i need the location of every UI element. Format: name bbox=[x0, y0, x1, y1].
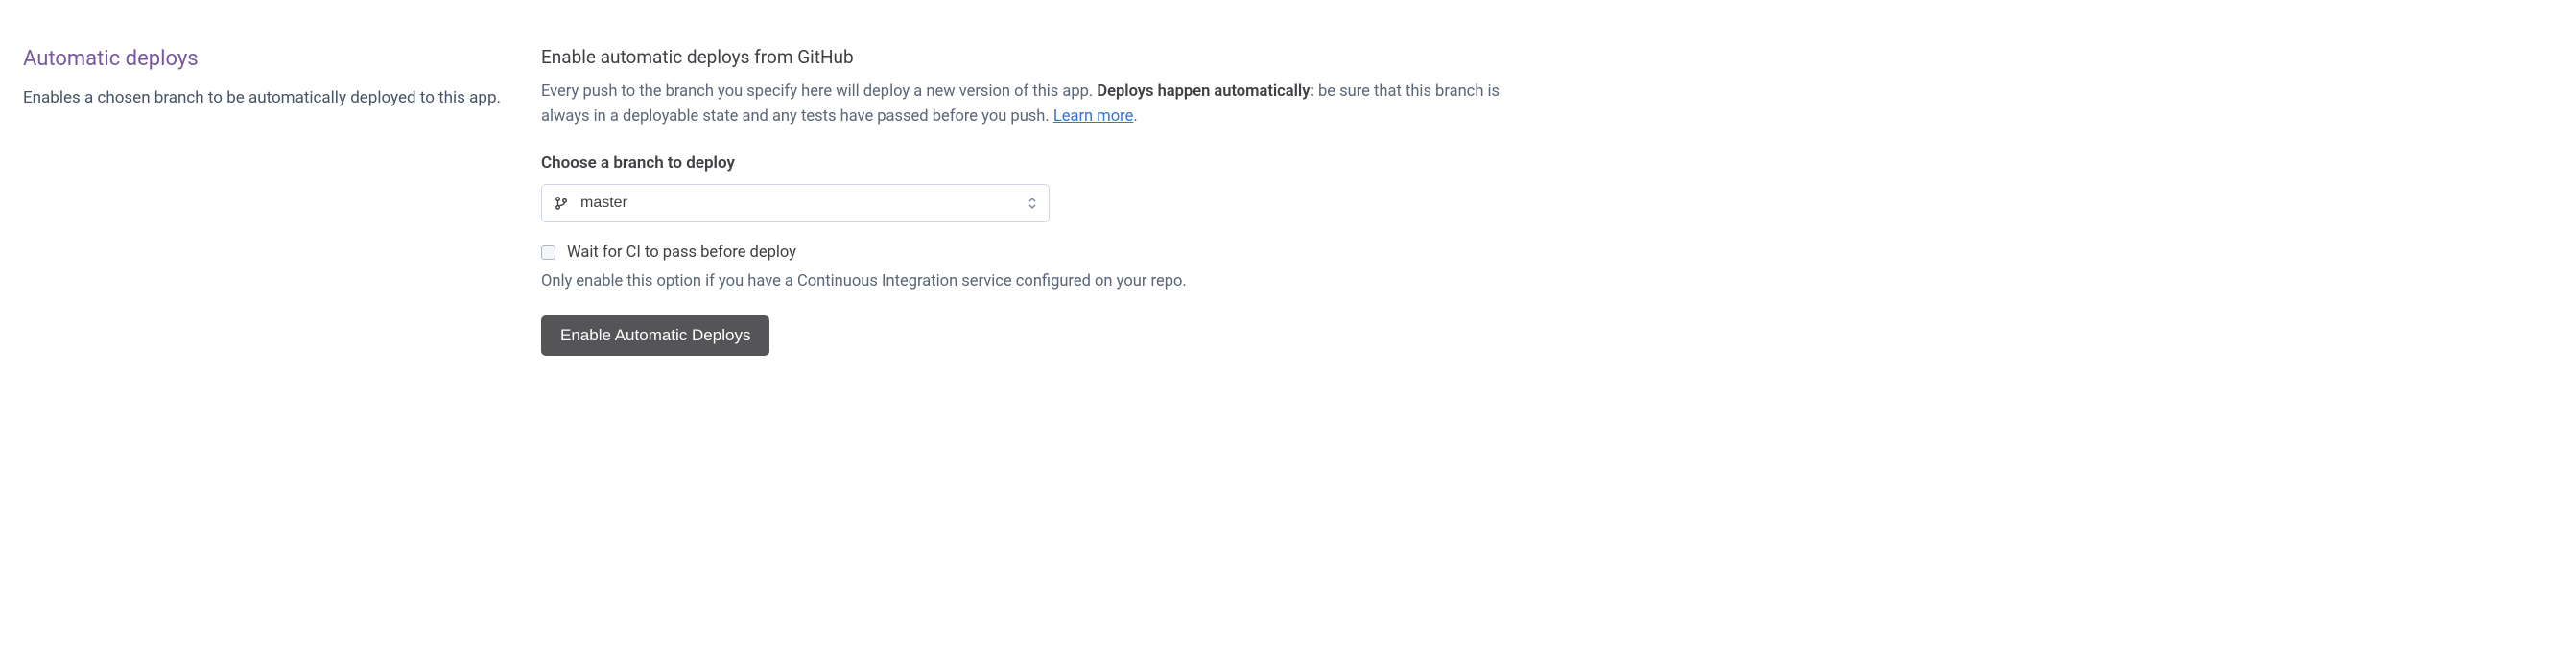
section-description: Enables a chosen branch to be automatica… bbox=[23, 85, 503, 111]
ci-hint: Only enable this option if you have a Co… bbox=[541, 269, 1501, 294]
paragraph-strong: Deploys happen automatically: bbox=[1097, 82, 1314, 101]
branch-field-label: Choose a branch to deploy bbox=[541, 153, 1501, 173]
enable-automatic-deploys-button[interactable]: Enable Automatic Deploys bbox=[541, 315, 769, 356]
wait-for-ci-checkbox[interactable] bbox=[541, 245, 555, 260]
learn-more-link[interactable]: Learn more bbox=[1053, 107, 1133, 126]
automatic-deploys-section: Automatic deploys Enables a chosen branc… bbox=[23, 46, 1501, 356]
enable-description: Every push to the branch you specify her… bbox=[541, 80, 1501, 130]
wait-for-ci-label[interactable]: Wait for CI to pass before deploy bbox=[567, 244, 796, 262]
paragraph-text: Every push to the branch you specify her… bbox=[541, 82, 1097, 101]
section-content: Enable automatic deploys from GitHub Eve… bbox=[541, 46, 1501, 356]
paragraph-period: . bbox=[1133, 107, 1137, 126]
enable-heading: Enable automatic deploys from GitHub bbox=[541, 46, 1501, 68]
section-sidebar: Automatic deploys Enables a chosen branc… bbox=[23, 46, 503, 356]
branch-select-wrap bbox=[541, 184, 1050, 222]
section-title: Automatic deploys bbox=[23, 46, 503, 74]
branch-select[interactable] bbox=[541, 184, 1050, 222]
ci-checkbox-row: Wait for CI to pass before deploy bbox=[541, 244, 1501, 262]
